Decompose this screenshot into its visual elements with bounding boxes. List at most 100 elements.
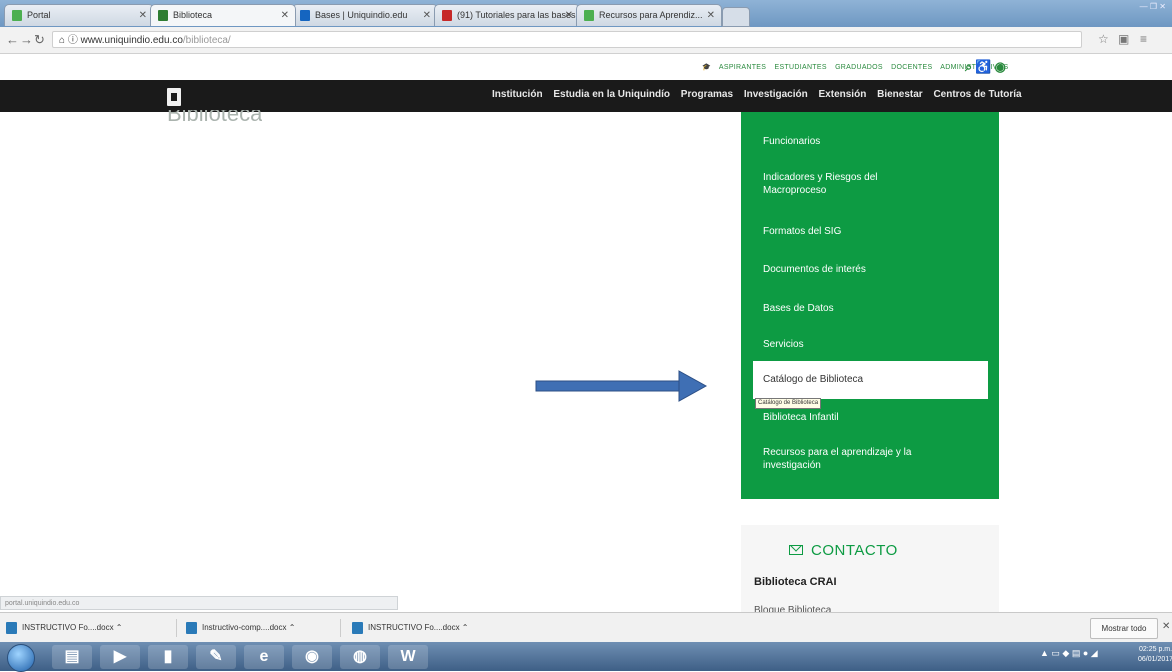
mail-icon xyxy=(789,545,803,555)
media-player-icon[interactable]: ▶ xyxy=(100,645,140,669)
link-aspirantes[interactable]: ASPIRANTES xyxy=(719,64,766,71)
contact-name: Biblioteca CRAI xyxy=(754,576,837,588)
utility-bar: 🎓 ASPIRANTES ESTUDIANTES GRADUADOS DOCEN… xyxy=(0,54,1172,80)
close-tab-icon[interactable]: ✕ xyxy=(281,5,289,26)
pointer-arrow-icon xyxy=(535,370,708,402)
menu-item-servicios[interactable]: Servicios xyxy=(763,338,963,351)
app-icon[interactable]: ▮ xyxy=(148,645,188,669)
menu-item-recursos[interactable]: Recursos para el aprendizaje y la invest… xyxy=(763,446,953,472)
download-filename: Instructivo-comp....docx xyxy=(202,623,287,632)
file-explorer-icon[interactable]: ▤ xyxy=(52,645,92,669)
system-tray[interactable]: ▲ ▭ ◆ ▤ ● ◢ xyxy=(1040,648,1098,659)
menu-item-funcionarios[interactable]: Funcionarios xyxy=(763,135,963,148)
word-doc-icon xyxy=(352,622,363,634)
nav-item-estudia[interactable]: Estudia en la Uniquindío xyxy=(553,89,670,100)
download-item[interactable]: INSTRUCTIVO Fo....docx ⌃ xyxy=(2,619,123,637)
home-icon[interactable]: ⌂ ⓘ xyxy=(59,35,81,46)
download-filename: INSTRUCTIVO Fo....docx xyxy=(22,623,114,632)
tab-bases[interactable]: Bases | Uniquindio.edu ✕ xyxy=(292,4,438,26)
address-bar-row: ← → ↻ ⌂ ⓘ www.uniquindio.edu.co/bibliote… xyxy=(0,27,1172,54)
start-button[interactable] xyxy=(7,644,35,672)
link-tooltip: Catálogo de Biblioteca xyxy=(755,398,822,409)
site-favicon-icon xyxy=(300,10,310,21)
tab-tutoriales[interactable]: (91) Tutoriales para las bases ✕ xyxy=(434,4,580,26)
os-taskbar: ▤ ▶ ▮ ✎ e ◉ ◍ W ▲ ▭ ◆ ▤ ● ◢ 02:25 p.m. 0… xyxy=(0,642,1172,672)
language-icon[interactable]: ◉ xyxy=(994,59,1008,74)
site-favicon-icon xyxy=(584,10,594,21)
tab-label: Bases | Uniquindio.edu xyxy=(315,10,408,20)
graduation-icon: 🎓 xyxy=(702,64,712,71)
extension-icon[interactable]: ▣ xyxy=(1118,32,1129,46)
site-favicon-icon xyxy=(12,10,22,21)
university-logo[interactable] xyxy=(167,88,181,106)
clock-date: 06/01/2017 xyxy=(1138,656,1172,663)
divider xyxy=(340,619,341,637)
download-item[interactable]: INSTRUCTIVO Fo....docx ⌃ xyxy=(348,619,469,637)
menu-item-indicadores[interactable]: Indicadores y Riesgos del Macroproceso xyxy=(763,171,913,197)
url-field[interactable]: ⌂ ⓘ www.uniquindio.edu.co/biblioteca/ xyxy=(52,31,1082,48)
accessibility-icon[interactable]: ♿ xyxy=(975,59,994,74)
main-navigation: Institución Estudia en la Uniquindío Pro… xyxy=(0,80,1172,112)
contact-title: CONTACTO xyxy=(811,542,898,559)
nav-item-extension[interactable]: Extensión xyxy=(819,89,867,100)
link-docentes[interactable]: DOCENTES xyxy=(891,64,932,71)
nav-item-centros-tutoria[interactable]: Centros de Tutoría xyxy=(933,89,1021,100)
site-favicon-icon xyxy=(158,10,168,21)
bookmark-star-icon[interactable]: ☆ xyxy=(1098,32,1109,46)
tab-biblioteca[interactable]: Biblioteca ✕ xyxy=(150,4,296,26)
menu-icon[interactable]: ≡ xyxy=(1140,32,1147,46)
utility-icons: ⌕♿◉ xyxy=(965,59,1009,75)
contact-panel: CONTACTO Biblioteca CRAI Bloque Bibliote… xyxy=(741,525,999,613)
firefox-icon[interactable]: ◍ xyxy=(340,645,380,669)
youtube-favicon-icon xyxy=(442,10,452,21)
download-filename: INSTRUCTIVO Fo....docx xyxy=(368,623,460,632)
menu-item-catalogo[interactable]: Catálogo de Biblioteca xyxy=(753,361,988,399)
nav-item-institucion[interactable]: Institución xyxy=(492,89,543,100)
close-tab-icon[interactable]: ✕ xyxy=(423,5,431,26)
link-graduados[interactable]: GRADUADOS xyxy=(835,64,883,71)
nav-item-investigacion[interactable]: Investigación xyxy=(744,89,808,100)
menu-item-bases-datos[interactable]: Bases de Datos xyxy=(763,302,963,315)
nav-item-programas[interactable]: Programas xyxy=(681,89,733,100)
nav-item-bienestar[interactable]: Bienestar xyxy=(877,89,923,100)
show-all-downloads-button[interactable]: Mostrar todo xyxy=(1090,618,1158,639)
browser-tab-bar: Portal ✕ Biblioteca ✕ Bases | Uniquindio… xyxy=(0,0,1172,27)
nav-links: Institución Estudia en la Uniquindío Pro… xyxy=(492,89,1030,100)
taskbar-clock[interactable]: 02:25 p.m. 06/01/2017 xyxy=(1138,645,1172,665)
search-icon[interactable]: ⌕ xyxy=(965,59,975,74)
menu-item-biblioteca-infantil[interactable]: Biblioteca Infantil xyxy=(763,411,963,424)
menu-item-formatos-sig[interactable]: Formatos del SIG xyxy=(763,225,963,238)
window-controls[interactable]: — ❐ ✕ xyxy=(1096,2,1166,16)
divider xyxy=(176,619,177,637)
tab-recursos[interactable]: Recursos para Aprendiz... ✕ xyxy=(576,4,722,26)
tab-label: Portal xyxy=(27,10,51,20)
paint-icon[interactable]: ✎ xyxy=(196,645,236,669)
library-side-menu: Funcionarios Indicadores y Riesgos del M… xyxy=(741,112,999,499)
tab-portal[interactable]: Portal ✕ xyxy=(4,4,154,26)
status-url: portal.uniquindio.edu.co xyxy=(0,596,398,610)
internet-explorer-icon[interactable]: e xyxy=(244,645,284,669)
url-domain: www.uniquindio.edu.co xyxy=(80,35,183,46)
link-estudiantes[interactable]: ESTUDIANTES xyxy=(775,64,827,71)
chrome-icon[interactable]: ◉ xyxy=(292,645,332,669)
close-tab-icon[interactable]: ✕ xyxy=(139,5,147,26)
reload-icon[interactable]: ↻ xyxy=(34,32,45,48)
url-path: /biblioteca/ xyxy=(182,35,231,46)
close-icon[interactable]: ✕ xyxy=(1162,621,1170,632)
word-icon[interactable]: W xyxy=(388,645,428,669)
close-tab-icon[interactable]: ✕ xyxy=(707,5,715,26)
forward-icon[interactable]: → xyxy=(20,32,33,47)
back-icon[interactable]: ← xyxy=(6,32,19,47)
new-tab-button[interactable] xyxy=(722,7,750,27)
download-item[interactable]: Instructivo-comp....docx ⌃ xyxy=(182,619,295,637)
page-title: Biblioteca xyxy=(167,110,263,124)
tab-label: Biblioteca xyxy=(173,10,213,20)
download-shelf: INSTRUCTIVO Fo....docx ⌃ Instructivo-com… xyxy=(0,612,1172,643)
clock-time: 02:25 p.m. xyxy=(1138,646,1172,653)
menu-item-documentos[interactable]: Documentos de interés xyxy=(763,263,963,276)
word-doc-icon xyxy=(6,622,17,634)
tab-label: (91) Tutoriales para las bases xyxy=(457,10,576,20)
word-doc-icon xyxy=(186,622,197,634)
tab-label: Recursos para Aprendiz... xyxy=(599,10,703,20)
close-tab-icon[interactable]: ✕ xyxy=(565,5,573,26)
